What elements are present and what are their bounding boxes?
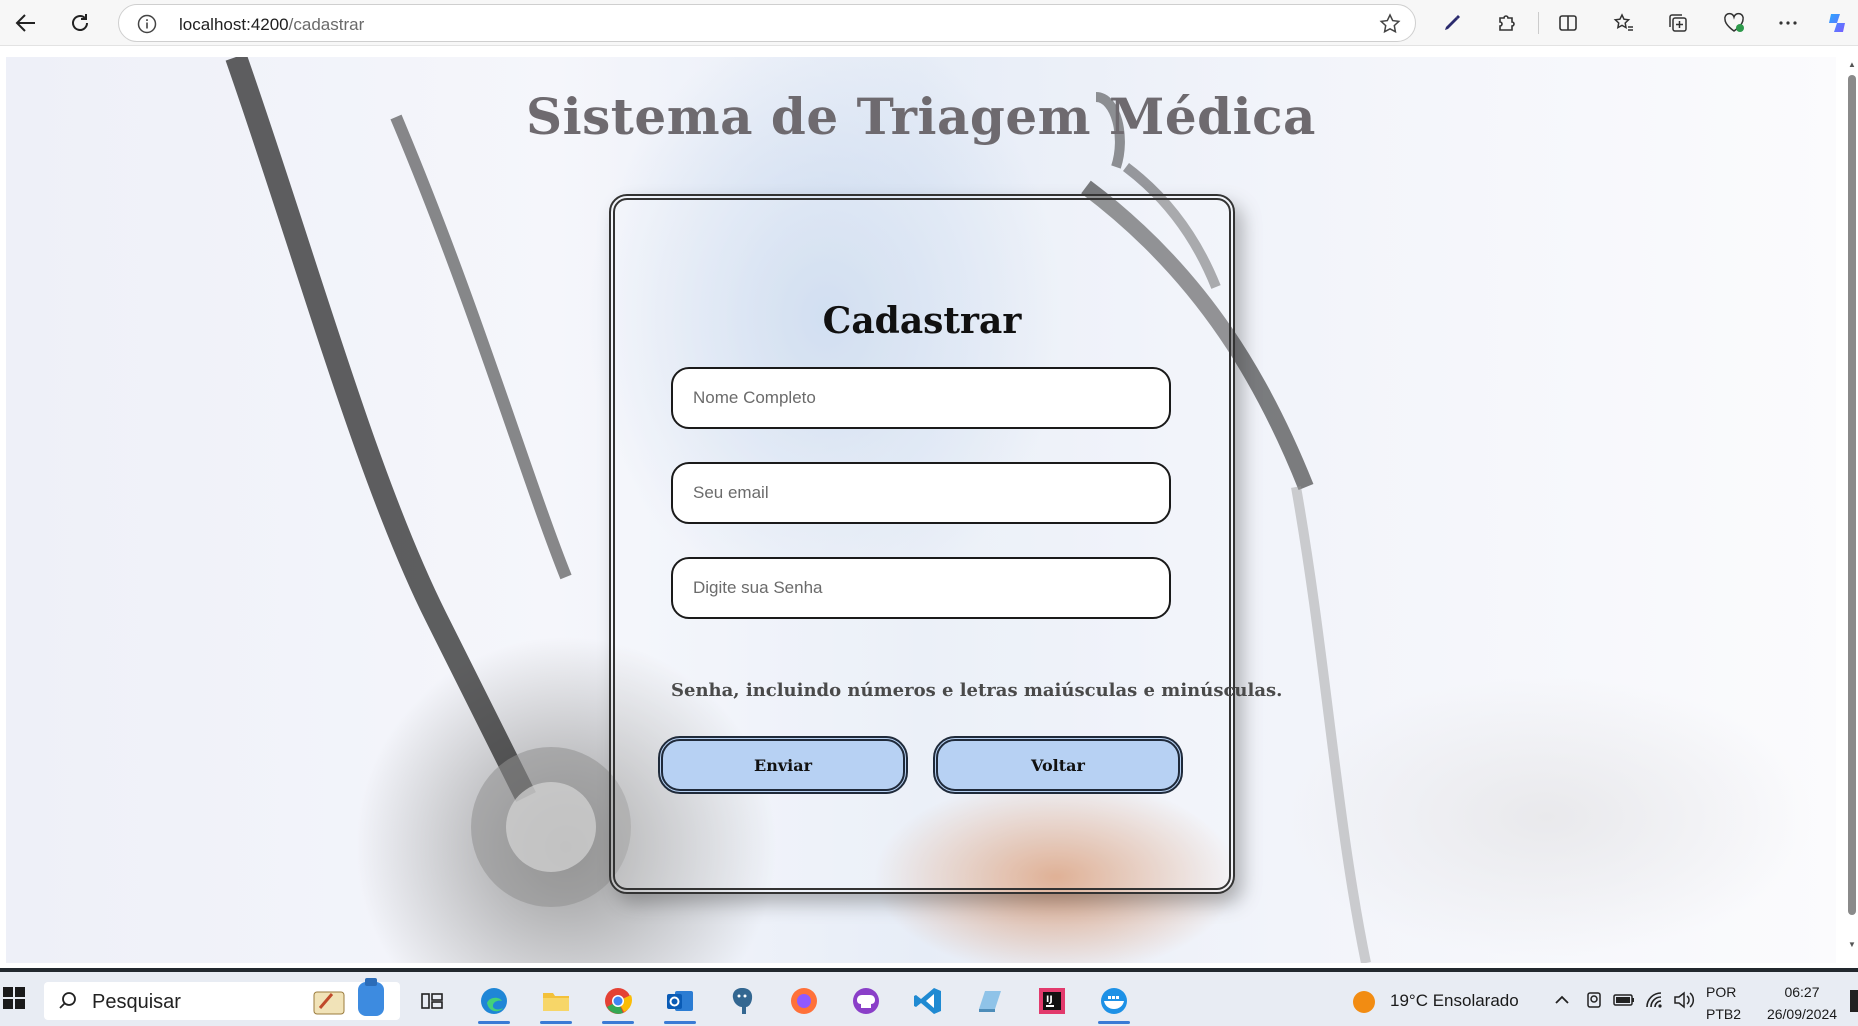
scroll-down-arrow-icon[interactable]: ▼: [1846, 940, 1858, 954]
toolbar-separator: [1538, 12, 1539, 34]
full-name-input[interactable]: [671, 367, 1171, 429]
keyboard-layout-label[interactable]: PTB2: [1706, 1006, 1741, 1022]
form-title: Cadastrar: [822, 300, 1022, 342]
intellij-icon[interactable]: IJ: [1032, 982, 1072, 1020]
volume-icon[interactable]: [1672, 990, 1696, 1015]
search-highlight-icon: [306, 978, 398, 1025]
vscode-icon[interactable]: [908, 982, 948, 1020]
clock-date[interactable]: 26/09/2024: [1752, 1006, 1852, 1022]
docker-icon[interactable]: [1094, 982, 1134, 1024]
refresh-icon[interactable]: [64, 7, 96, 39]
more-options-icon[interactable]: [1772, 7, 1804, 39]
search-icon: [58, 991, 78, 1016]
chrome-icon[interactable]: [598, 982, 638, 1024]
url-text: localhost:4200/cadastrar: [179, 15, 364, 35]
webcam-tray-icon[interactable]: [1584, 990, 1604, 1015]
pen-extension-icon[interactable]: [1436, 7, 1468, 39]
extensions-puzzle-icon[interactable]: [1490, 7, 1522, 39]
scrollbar-thumb[interactable]: [1848, 75, 1856, 915]
battery-icon[interactable]: [1612, 990, 1636, 1015]
svg-text:IJ: IJ: [1046, 995, 1053, 1005]
app-notes-icon[interactable]: [970, 982, 1010, 1020]
email-input[interactable]: [671, 462, 1171, 524]
page-viewport: Sistema de Triagem Médica Cadastrar Senh…: [6, 57, 1836, 963]
weather-text[interactable]: 19°C Ensolarado: [1390, 991, 1519, 1011]
show-hidden-icons-chevron-icon[interactable]: [1552, 990, 1572, 1015]
register-card: Cadastrar Senha, incluindo números e let…: [609, 194, 1282, 894]
address-bar[interactable]: localhost:4200/cadastrar: [118, 4, 1416, 42]
search-text: Pesquisar: [92, 991, 181, 1013]
page-title: Sistema de Triagem Médica: [526, 87, 1316, 146]
back-button[interactable]: Voltar: [933, 736, 1183, 794]
windows-start-icon[interactable]: [2, 986, 26, 1015]
task-view-icon[interactable]: [412, 982, 452, 1020]
password-input[interactable]: [671, 557, 1171, 619]
language-label[interactable]: POR: [1706, 984, 1736, 1000]
browser-health-icon[interactable]: [1718, 7, 1750, 39]
split-screen-icon[interactable]: [1552, 7, 1584, 39]
collections-icon[interactable]: [1662, 7, 1694, 39]
clock-time[interactable]: 06:27: [1772, 984, 1832, 1000]
url-host: localhost:4200: [179, 15, 289, 34]
submit-button[interactable]: Enviar: [658, 736, 908, 794]
wifi-icon[interactable]: [1644, 990, 1666, 1015]
outlook-icon[interactable]: [660, 982, 700, 1024]
browser-toolbar: localhost:4200/cadastrar: [0, 0, 1858, 46]
firefox-icon[interactable]: [784, 982, 824, 1020]
github-desktop-icon[interactable]: [846, 982, 886, 1020]
taskbar-search[interactable]: Pesquisar: [44, 978, 400, 1020]
url-path: /cadastrar: [288, 15, 365, 34]
scroll-up-arrow-icon[interactable]: ▲: [1846, 60, 1858, 74]
show-desktop-button[interactable]: [1850, 990, 1858, 1012]
copilot-icon[interactable]: [1822, 7, 1854, 39]
password-hint: Senha, incluindo números e letras maiúsc…: [671, 680, 1283, 701]
file-explorer-icon[interactable]: [536, 982, 576, 1024]
favorites-icon[interactable]: [1608, 7, 1640, 39]
postgresql-icon[interactable]: [722, 982, 762, 1020]
weather-sun-icon[interactable]: [1352, 990, 1376, 1019]
taskbar: Pesquisar IJ 19°C Ensolarado POR PTB2 06…: [0, 968, 1858, 1026]
site-info-icon[interactable]: [137, 14, 157, 39]
back-arrow-icon[interactable]: [10, 7, 42, 39]
favorite-star-icon[interactable]: [1379, 13, 1401, 40]
edge-browser-icon[interactable]: [474, 982, 514, 1024]
